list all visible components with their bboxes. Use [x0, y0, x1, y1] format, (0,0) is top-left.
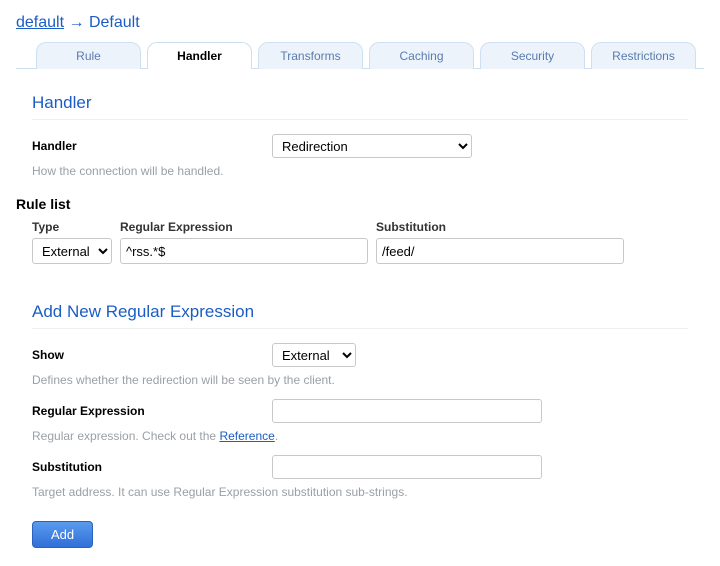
add-section: Add New Regular Expression Show External… — [16, 264, 704, 548]
handler-label: Handler — [32, 139, 272, 153]
rule-sub-header: Substitution — [376, 220, 624, 234]
regex-help: Regular expression. Check out the Refere… — [32, 429, 688, 443]
rule-list-title: Rule list — [16, 196, 704, 212]
handler-help: How the connection will be handled. — [32, 164, 688, 178]
breadcrumb-current: Default — [89, 14, 140, 31]
breadcrumb-default-link[interactable]: default — [16, 14, 64, 31]
tab-rule[interactable]: Rule — [36, 42, 141, 69]
add-button[interactable]: Add — [32, 521, 93, 548]
rule-type-header: Type — [32, 220, 112, 234]
show-select[interactable]: External — [272, 343, 356, 367]
rule-type-select[interactable]: External — [32, 238, 112, 264]
regex-label: Regular Expression — [32, 404, 272, 418]
rule-table: Type External Regular Expression Substit… — [32, 220, 688, 264]
tabs: Rule Handler Transforms Caching Security… — [16, 42, 704, 69]
show-help: Defines whether the redirection will be … — [32, 373, 688, 387]
rule-sub-input[interactable] — [376, 238, 624, 264]
handler-section: Handler Handler Redirection How the conn… — [16, 69, 704, 178]
substitution-input[interactable] — [272, 455, 542, 479]
substitution-label: Substitution — [32, 460, 272, 474]
tab-caching[interactable]: Caching — [369, 42, 474, 69]
add-section-title: Add New Regular Expression — [32, 302, 688, 322]
tab-handler[interactable]: Handler — [147, 42, 252, 69]
tab-security[interactable]: Security — [480, 42, 585, 69]
rule-regex-input[interactable] — [120, 238, 368, 264]
arrow-icon: → — [69, 14, 89, 31]
handler-section-title: Handler — [32, 93, 688, 113]
substitution-help: Target address. It can use Regular Expre… — [32, 485, 688, 499]
tab-restrictions[interactable]: Restrictions — [591, 42, 696, 69]
rule-regex-header: Regular Expression — [120, 220, 368, 234]
regex-input[interactable] — [272, 399, 542, 423]
breadcrumb: default → Default — [16, 8, 704, 42]
show-label: Show — [32, 348, 272, 362]
reference-link[interactable]: Reference — [219, 429, 274, 443]
tab-transforms[interactable]: Transforms — [258, 42, 363, 69]
handler-select[interactable]: Redirection — [272, 134, 472, 158]
